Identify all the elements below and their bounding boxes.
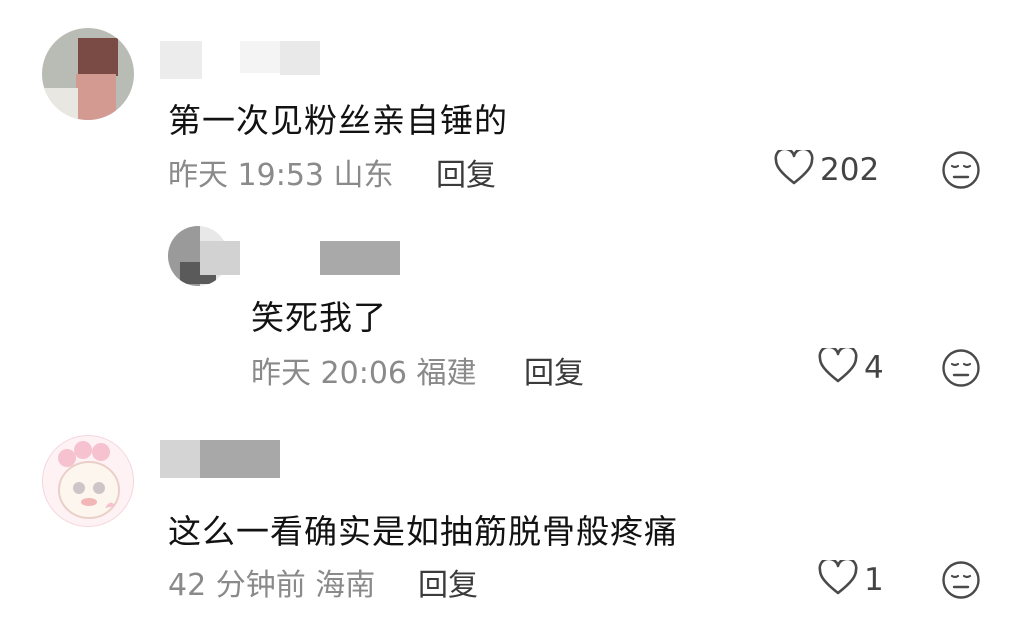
like-button[interactable]: 202 <box>774 147 880 190</box>
comment-text: 笑死我了 <box>251 298 387 337</box>
username-blurred[interactable] <box>320 241 400 275</box>
comment-location: 山东 <box>333 158 394 193</box>
comment-location: 海南 <box>315 568 376 603</box>
username-blurred[interactable] <box>200 440 280 478</box>
comment-text: 这么一看确实是如抽筋脱骨般疼痛 <box>168 512 678 551</box>
like-count: 202 <box>820 152 880 188</box>
neutral-face-icon[interactable] <box>941 560 981 604</box>
comment-text: 第一次见粉丝亲自锤的 <box>168 101 508 140</box>
like-button[interactable]: 4 <box>818 345 884 388</box>
heart-outline-icon <box>818 345 858 388</box>
username-blurred[interactable] <box>240 41 280 73</box>
heart-outline-icon <box>818 557 858 600</box>
username-blurred[interactable] <box>160 41 202 79</box>
comment-meta: 昨天 20:06 福建 <box>251 348 477 392</box>
avatar[interactable] <box>42 435 134 527</box>
comment-location: 福建 <box>416 356 477 391</box>
neutral-face-icon[interactable] <box>941 150 981 194</box>
comment-time: 42 分钟前 <box>168 568 306 603</box>
avatar[interactable] <box>42 28 134 120</box>
username-blurred[interactable] <box>160 440 200 478</box>
neutral-face-icon[interactable] <box>941 348 981 392</box>
heart-outline-icon <box>774 147 814 190</box>
reply-button[interactable]: 回复 <box>524 348 584 392</box>
username-blurred[interactable] <box>200 241 240 275</box>
like-button[interactable]: 1 <box>818 557 884 600</box>
reply-button[interactable]: 回复 <box>436 150 496 194</box>
username-blurred[interactable] <box>280 41 320 75</box>
comment-meta: 昨天 19:53 山东 <box>168 150 394 194</box>
comment-time: 昨天 19:53 <box>168 158 324 193</box>
like-count: 4 <box>864 350 884 386</box>
comment-time: 昨天 20:06 <box>251 356 407 391</box>
like-count: 1 <box>864 562 884 598</box>
comment-meta: 42 分钟前 海南 <box>168 560 375 604</box>
reply-button[interactable]: 回复 <box>418 560 478 604</box>
